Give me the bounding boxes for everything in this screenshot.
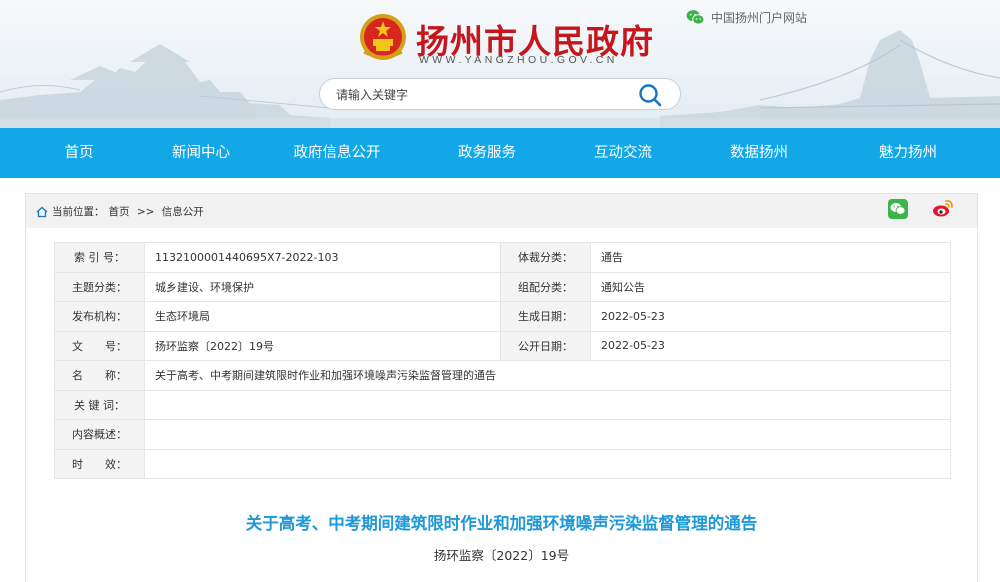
search-box: [319, 78, 681, 110]
nav-item-services[interactable]: 政务服务: [430, 128, 544, 178]
main-nav: 首页 新闻中心 政府信息公开 政务服务 互动交流 数据扬州 魅力扬州: [0, 128, 1000, 178]
config-label: 组配分类：: [500, 271, 591, 302]
genre-value: 通告: [590, 242, 951, 273]
wechat-share-icon[interactable]: [888, 199, 908, 219]
nav-item-home[interactable]: 首页: [0, 128, 158, 178]
created-label: 生成日期：: [500, 301, 591, 332]
content-panel: 当前位置： 首页 >> 信息公开 索 引 号： 1132100001440695X…: [25, 193, 978, 582]
site-url: WWW.YANGZHOU.GOV.CN: [419, 54, 618, 66]
nav-item-interaction[interactable]: 互动交流: [544, 128, 702, 178]
validity-label: 时 效：: [54, 448, 145, 479]
summary-label: 内容概述：: [54, 419, 145, 450]
issuer-label: 发布机构：: [54, 301, 145, 332]
national-emblem-icon: [360, 14, 406, 60]
home-icon: [36, 206, 48, 217]
breadcrumb-separator: >>: [133, 205, 158, 218]
created-value: 2022-05-23: [590, 301, 951, 332]
published-label: 公开日期：: [500, 330, 591, 361]
metadata-table: 索 引 号： 1132100001440695X7-2022-103 体裁分类：…: [54, 242, 951, 479]
name-label: 名 称：: [54, 360, 145, 391]
issuer-value: 生态环境局: [144, 301, 501, 332]
keywords-label: 关 键 词：: [54, 389, 145, 420]
portal-link[interactable]: 中国扬州门户网站: [686, 9, 807, 26]
table-row: 关 键 词：: [54, 389, 951, 420]
table-row: 名 称： 关于高考、中考期间建筑限时作业和加强环境噪声污染监督管理的通告: [54, 360, 951, 391]
breadcrumb-bar: 当前位置： 首页 >> 信息公开: [26, 194, 977, 228]
genre-label: 体裁分类：: [500, 242, 591, 273]
breadcrumb-current[interactable]: 信息公开: [162, 204, 204, 219]
breadcrumb-home[interactable]: 首页: [109, 204, 130, 219]
breadcrumb-prefix: 当前位置：: [52, 206, 105, 218]
topic-value: 城乡建设、环境保护: [144, 271, 501, 302]
table-row: 内容概述：: [54, 419, 951, 450]
table-row: 主题分类： 城乡建设、环境保护 组配分类： 通知公告: [54, 271, 951, 302]
table-row: 文 号： 扬环监察〔2022〕19号 公开日期： 2022-05-23: [54, 330, 951, 361]
nav-item-data[interactable]: 数据扬州: [702, 128, 816, 178]
breadcrumb: 当前位置： 首页 >> 信息公开: [36, 204, 204, 219]
nav-item-charm[interactable]: 魅力扬州: [816, 128, 1000, 178]
article-doc-number: 扬环监察〔2022〕19号: [433, 548, 570, 563]
published-value: 2022-05-23: [590, 330, 951, 361]
docno-value: 扬环监察〔2022〕19号: [144, 330, 501, 361]
nav-item-news[interactable]: 新闻中心: [158, 128, 244, 178]
topic-label: 主题分类：: [54, 271, 145, 302]
table-row: 时 效：: [54, 448, 951, 479]
nav-item-gov-info[interactable]: 政府信息公开: [244, 128, 430, 178]
wechat-icon: [686, 10, 705, 25]
table-row: 索 引 号： 1132100001440695X7-2022-103 体裁分类：…: [54, 242, 951, 273]
index-value: 1132100001440695X7-2022-103: [144, 242, 501, 273]
search-icon[interactable]: [638, 83, 662, 107]
validity-value: [144, 448, 951, 479]
site-header: 扬州市人民政府 WWW.YANGZHOU.GOV.CN 中国扬州门户网站: [0, 0, 1000, 128]
name-value: 关于高考、中考期间建筑限时作业和加强环境噪声污染监督管理的通告: [144, 360, 951, 391]
table-row: 发布机构： 生态环境局 生成日期： 2022-05-23: [54, 301, 951, 332]
index-label: 索 引 号：: [54, 242, 145, 273]
portal-link-label: 中国扬州门户网站: [711, 11, 808, 25]
config-value: 通知公告: [590, 271, 951, 302]
docno-label: 文 号：: [54, 330, 145, 361]
article-title: 关于高考、中考期间建筑限时作业和加强环境噪声污染监督管理的通告: [245, 514, 758, 533]
summary-value: [144, 419, 951, 450]
weibo-icon[interactable]: [932, 198, 954, 218]
search-input[interactable]: [336, 85, 626, 105]
keywords-value: [144, 389, 951, 420]
